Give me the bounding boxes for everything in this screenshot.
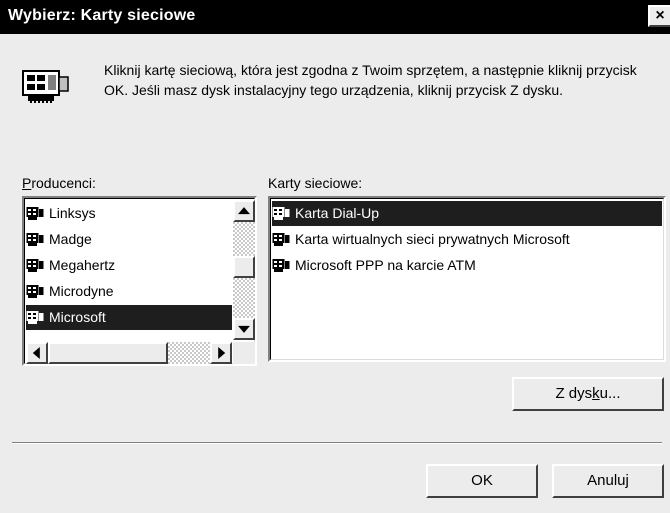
arrow-right-icon: [218, 347, 226, 359]
network-adapter-icon: [26, 259, 44, 272]
manufacturer-item-microsoft[interactable]: Microsoft: [26, 305, 232, 330]
title-bar: Wybierz: Karty sieciowe ×: [0, 0, 670, 34]
manufacturer-label: Madge: [49, 231, 92, 247]
scroll-up-button[interactable]: [233, 200, 255, 222]
network-adapter-icon: [272, 207, 290, 220]
close-icon: ×: [655, 7, 665, 24]
network-card-icon: [22, 70, 69, 103]
have-disk-label-post: u...: [599, 385, 621, 402]
have-disk-label-pre: Z dys: [555, 385, 593, 402]
adapter-label: Karta wirtualnych sieci prywatnych Micro…: [295, 231, 570, 247]
adapter-label: Karta Dial-Up: [295, 205, 380, 221]
network-adapter-icon: [26, 233, 44, 246]
close-button[interactable]: ×: [648, 5, 670, 27]
scrollbar-corner: [233, 342, 255, 364]
network-adapter-icon: [272, 233, 290, 246]
arrow-left-icon: [32, 347, 40, 359]
network-adapter-icon: [26, 311, 44, 324]
separator: [12, 442, 662, 444]
manufacturers-list[interactable]: Linksys Madge Megahertz Microdyne Micros…: [22, 196, 257, 366]
adapters-list[interactable]: Karta Dial-Up Karta wirtualnych sieci pr…: [268, 196, 666, 362]
vertical-scroll-thumb[interactable]: [233, 256, 255, 278]
manufacturer-label: Linksys: [49, 205, 96, 221]
manufacturer-label: Microsoft: [49, 309, 106, 325]
arrow-down-icon: [238, 325, 250, 333]
adapter-item-dial-up[interactable]: Karta Dial-Up: [272, 201, 662, 226]
cancel-button[interactable]: Anuluj: [552, 464, 664, 498]
manufacturer-item-madge[interactable]: Madge: [26, 227, 232, 252]
horizontal-scroll-thumb[interactable]: [48, 342, 168, 364]
manufacturers-label-rest: roducenci:: [31, 175, 96, 191]
adapters-label: Karty sieciowe:: [268, 175, 363, 191]
manufacturer-label: Microdyne: [49, 283, 114, 299]
network-adapter-icon: [272, 259, 290, 272]
scroll-left-button[interactable]: [26, 342, 48, 364]
manufacturers-label: Producenci:: [22, 175, 96, 191]
manufacturers-label-accel: P: [22, 175, 32, 191]
scroll-right-button[interactable]: [210, 342, 232, 364]
have-disk-button[interactable]: Z dysku...: [512, 377, 664, 411]
instructions-text: Kliknij kartę sieciową, która jest zgodn…: [104, 62, 637, 98]
have-disk-label-accel: k: [592, 385, 600, 402]
adapter-label: Microsoft PPP na karcie ATM: [295, 257, 476, 273]
window-title: Wybierz: Karty sieciowe: [8, 7, 196, 24]
network-adapter-icon: [26, 207, 44, 220]
select-network-adapter-dialog: Wybierz: Karty sieciowe × Kliknij kartę …: [0, 0, 670, 513]
manufacturer-item-microdyne[interactable]: Microdyne: [26, 279, 232, 304]
manufacturer-item-megahertz[interactable]: Megahertz: [26, 253, 232, 278]
scroll-down-button[interactable]: [233, 318, 255, 340]
adapter-item-ppp-atm[interactable]: Microsoft PPP na karcie ATM: [272, 253, 662, 278]
manufacturer-label: Megahertz: [49, 257, 116, 273]
adapter-item-vpn[interactable]: Karta wirtualnych sieci prywatnych Micro…: [272, 227, 662, 252]
arrow-up-icon: [238, 207, 250, 215]
ok-button[interactable]: OK: [426, 464, 538, 498]
network-adapter-icon: [26, 285, 44, 298]
manufacturer-item-linksys[interactable]: Linksys: [26, 201, 232, 226]
